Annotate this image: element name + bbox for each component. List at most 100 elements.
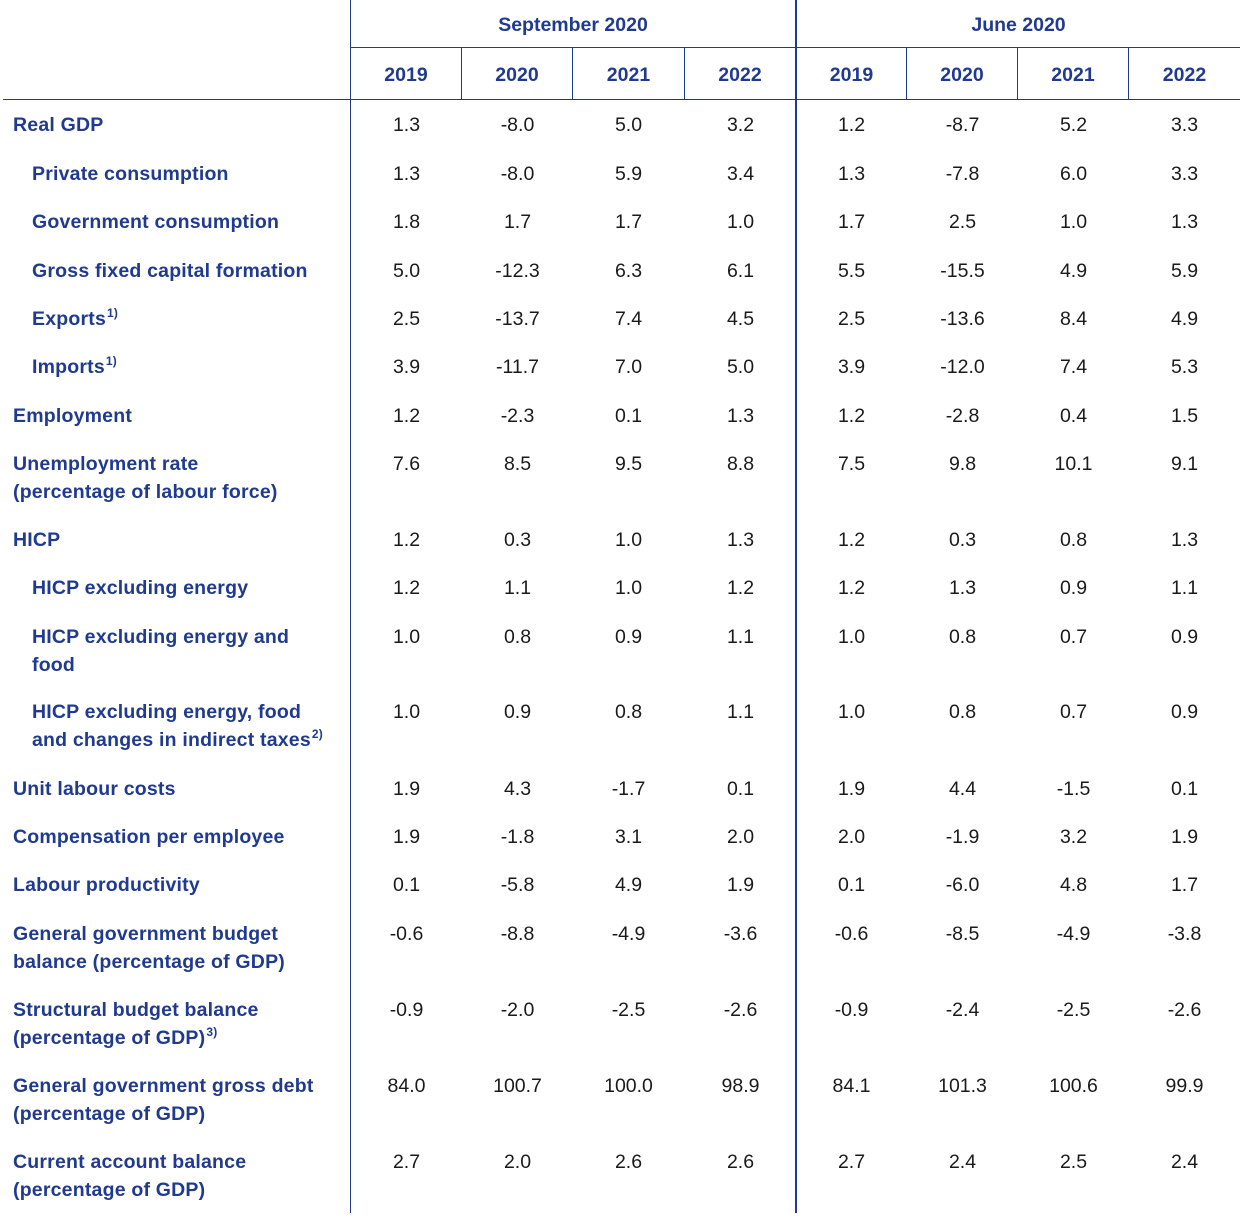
table-cell: 1.9 [392, 826, 421, 848]
row-label-line: General government budget [13, 920, 285, 948]
table-cell: -5.8 [500, 874, 535, 896]
group-header-september-2020: September 2020 [498, 14, 648, 36]
table-cell: 1.5 [1170, 405, 1199, 427]
row-label-text: (percentage of GDP) [13, 1179, 206, 1201]
row-label-text: Current account balance [13, 1151, 247, 1173]
group-header-june-2020: June 2020 [971, 14, 1066, 36]
table-cell: 10.1 [1054, 453, 1093, 475]
table-cell: 6.0 [1059, 163, 1088, 185]
row-label-line: and changes in indirect taxes2) [32, 726, 323, 754]
row-label-text: Structural budget balance [13, 999, 259, 1021]
table-cell: -3.8 [1167, 923, 1202, 945]
table-cell: 4.3 [503, 778, 532, 800]
table-cell: 1.0 [392, 701, 421, 723]
table-cell: 1.2 [837, 529, 866, 551]
table-cell: 1.1 [726, 626, 755, 648]
table-cell: -1.5 [1056, 778, 1091, 800]
row-label: Imports1) [32, 353, 117, 381]
table-cell: 1.7 [837, 211, 866, 233]
year-header: 2019 [829, 64, 874, 86]
table-cell: 5.0 [614, 114, 643, 136]
table-cell: -8.0 [500, 163, 535, 185]
table-cell: 84.0 [387, 1075, 426, 1097]
table-cell: 0.8 [1059, 529, 1088, 551]
table-cell: -12.0 [940, 356, 985, 378]
row-label-text: (percentage of labour force) [13, 481, 278, 503]
table-cell: 1.0 [614, 529, 643, 551]
table-cell: 0.9 [614, 626, 643, 648]
row-label: HICP excluding energy, food and changes i… [32, 698, 323, 754]
table-cell: 3.3 [1170, 114, 1199, 136]
table-cell: 9.8 [948, 453, 977, 475]
table-cell: 0.7 [1059, 701, 1088, 723]
row-label-text: (percentage of GDP) [13, 1103, 206, 1125]
row-label-text: General government budget [13, 923, 279, 945]
year-header: 2020 [495, 64, 539, 86]
table-cell: 0.3 [503, 529, 532, 551]
row-label-line: Structural budget balance [13, 996, 259, 1024]
table-cell: 6.3 [614, 260, 643, 282]
table-cell: 2.6 [614, 1151, 643, 1173]
table-cell: -8.7 [945, 114, 980, 136]
table-cell: 1.2 [392, 577, 421, 599]
row-label: Real GDP [13, 111, 103, 139]
table-cell: 0.8 [948, 701, 977, 723]
table-cell: 8.4 [1059, 308, 1088, 330]
table-cell: 1.3 [1170, 529, 1199, 551]
table-cell: -12.3 [495, 260, 540, 282]
row-label-line: Real GDP [13, 111, 103, 139]
row-label-line: HICP [13, 526, 60, 554]
table-cell: -3.6 [723, 923, 758, 945]
row-label-text: Exports [32, 308, 107, 330]
year-header: 2022 [1162, 64, 1207, 86]
table-cell: 2.7 [837, 1151, 866, 1173]
row-label-line: General government gross debt [13, 1072, 314, 1100]
table-cell: 1.0 [837, 701, 866, 723]
table-cell: 4.9 [1170, 308, 1199, 330]
table-cell: 3.2 [1059, 826, 1088, 848]
row-label: General government gross debt (percentage… [13, 1072, 314, 1128]
table-cell: 1.3 [1170, 211, 1199, 233]
row-label: Employment [13, 402, 132, 430]
table-cell: 5.3 [1170, 356, 1199, 378]
header-group-rule [350, 47, 1240, 48]
table-cell: 1.3 [392, 163, 421, 185]
row-label: General government budget balance (percen… [13, 920, 285, 976]
table-cell: 1.9 [837, 778, 866, 800]
table-cell: 2.5 [1059, 1151, 1088, 1173]
table-cell: 9.1 [1170, 453, 1199, 475]
footnote-marker: 3) [206, 1024, 218, 1039]
table-cell: 2.5 [837, 308, 866, 330]
table-cell: -13.6 [940, 308, 985, 330]
row-label-line: (percentage of GDP) [13, 1176, 246, 1204]
row-label-text: Government consumption [32, 211, 280, 233]
table-cell: 0.1 [614, 405, 643, 427]
table-cell: 0.9 [1059, 577, 1088, 599]
table-cell: -2.0 [500, 999, 535, 1021]
row-label-text: Real GDP [13, 114, 104, 136]
table-cell: 0.1 [1170, 778, 1199, 800]
table-cell: 7.6 [392, 453, 421, 475]
table-cell: 100.7 [493, 1075, 542, 1097]
table-cell: -0.9 [834, 999, 869, 1021]
row-label-line: Labour productivity [13, 871, 200, 899]
table-cell: 3.4 [726, 163, 755, 185]
table-cell: 5.9 [1170, 260, 1199, 282]
table-cell: 7.0 [614, 356, 643, 378]
table-cell: 2.0 [726, 826, 755, 848]
year-header: 2019 [384, 64, 428, 86]
table-cell: 1.2 [726, 577, 755, 599]
table-cell: 1.0 [837, 626, 866, 648]
row-label-line: Employment [13, 402, 132, 430]
table-cell: 5.9 [614, 163, 643, 185]
row-label-line: Gross fixed capital formation [32, 257, 308, 285]
table-cell: 1.1 [726, 701, 755, 723]
footnote-marker: 1) [105, 353, 117, 368]
table-cell: 0.1 [392, 874, 421, 896]
row-label: Exports1) [32, 305, 118, 333]
row-label: Compensation per employee [13, 823, 285, 851]
row-label-text: General government gross debt [13, 1075, 314, 1097]
table-cell: 1.0 [392, 626, 421, 648]
row-label: Private consumption [32, 160, 229, 188]
table-cell: 0.3 [948, 529, 977, 551]
